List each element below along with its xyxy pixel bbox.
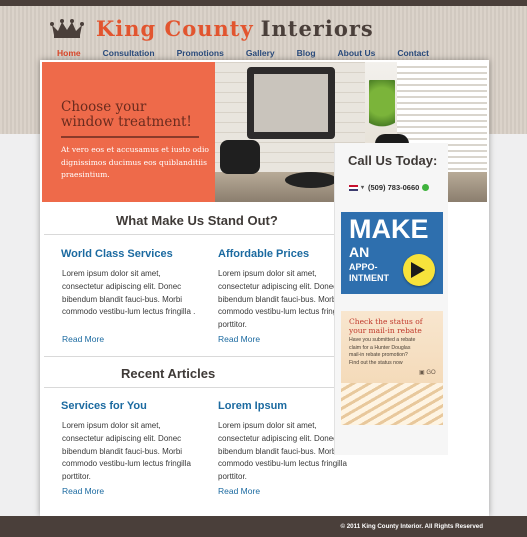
rebate-status-banner[interactable]: Check the status of your mail-in rebate … xyxy=(341,311,443,425)
hero-title-line2: window treatment! xyxy=(61,114,192,130)
read-more-link[interactable]: Read More xyxy=(62,334,104,344)
make-text: MAKE xyxy=(349,214,429,244)
lounge-chair xyxy=(220,140,260,174)
stand-out-heading: What Make Us Stand Out? xyxy=(116,213,278,228)
phone-number[interactable]: ▾ (509) 783-0660 xyxy=(349,183,430,192)
arrow-right-icon xyxy=(403,254,435,286)
ottoman xyxy=(285,172,337,188)
rebate-go-button[interactable]: ▣ GO xyxy=(419,369,436,376)
ornate-mirror xyxy=(247,67,335,139)
make-appointment-button[interactable]: MAKE AN APPO- INTMENT xyxy=(341,212,443,294)
appointment-line1: APPO- xyxy=(349,262,378,272)
read-more-link[interactable]: Read More xyxy=(218,486,260,496)
crown-icon xyxy=(50,18,84,38)
appointment-text: APPO- INTMENT xyxy=(349,262,389,284)
recent-articles-heading: Recent Articles xyxy=(121,366,216,381)
services-for-you-title: Services for You xyxy=(61,400,147,412)
lorem-ipsum-title: Lorem Ipsum xyxy=(218,400,288,412)
plant xyxy=(369,80,395,134)
brand-name-part1: King County xyxy=(96,16,254,41)
hero-description: At vero eos et accusamus et iusto odio d… xyxy=(61,145,209,179)
footer: © 2011 King County Interior. All Rights … xyxy=(0,516,527,537)
appointment-line2: INTMENT xyxy=(349,273,389,283)
copyright-text: © 2011 King County Interior. All Rights … xyxy=(340,523,483,530)
phone-text: (509) 783-0660 xyxy=(368,183,420,192)
call-us-title: Call Us Today: xyxy=(348,153,438,168)
hero-title-line1: Choose your xyxy=(61,99,147,115)
read-more-link[interactable]: Read More xyxy=(62,486,104,496)
rebate-title: Check the status of your mail-in rebate xyxy=(349,317,423,335)
articles-top-divider xyxy=(44,356,370,357)
call-icon xyxy=(422,184,430,191)
an-text: AN xyxy=(349,244,370,260)
us-flag-icon xyxy=(349,184,358,191)
read-more-link[interactable]: Read More xyxy=(218,334,260,344)
rebate-blinds-image xyxy=(341,383,443,425)
hero-text-panel: Choose your window treatment! At vero eo… xyxy=(42,62,215,202)
affordable-prices-text: Lorem ipsum dolor sit amet, consectetur … xyxy=(218,269,347,330)
hero-divider xyxy=(61,136,199,138)
hero-title: Choose your window treatment! xyxy=(61,100,211,130)
stand-out-divider xyxy=(44,234,370,235)
brand-name-part2: Interiors xyxy=(260,16,374,41)
affordable-prices-title: Affordable Prices xyxy=(218,248,310,260)
dropdown-arrow-icon: ▾ xyxy=(361,185,365,191)
lorem-ipsum-text: Lorem ipsum dolor sit amet, consectetur … xyxy=(218,421,347,482)
rebate-go-label: GO xyxy=(426,370,436,376)
world-class-services-title: World Class Services xyxy=(61,248,173,260)
rebate-description: Have you submitted a rebate claim for a … xyxy=(349,337,416,366)
articles-divider xyxy=(44,387,370,388)
world-class-services-text: Lorem ipsum dolor sit amet, consectetur … xyxy=(62,269,196,317)
logo[interactable]: King County Interiors xyxy=(50,16,374,41)
services-for-you-text: Lorem ipsum dolor sit amet, consectetur … xyxy=(62,421,191,482)
